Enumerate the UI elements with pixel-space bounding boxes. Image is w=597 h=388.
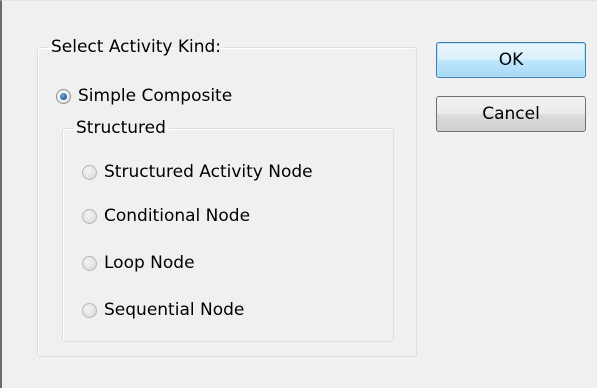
select-activity-kind-dialog: Select Activity Kind: Simple Composite S…: [0, 0, 597, 388]
sequential-node-radio-option[interactable]: Sequential Node: [82, 299, 244, 321]
radio-unchecked-icon[interactable]: [82, 208, 97, 224]
loop-node-radio-option[interactable]: Loop Node: [82, 252, 195, 274]
structured-activity-node-radio-option[interactable]: Structured Activity Node: [82, 161, 313, 183]
structured-group-title: Structured: [76, 118, 166, 138]
radio-unchecked-icon[interactable]: [82, 302, 97, 318]
activity-kind-group-title: Select Activity Kind:: [51, 37, 221, 57]
simple-composite-radio-option[interactable]: Simple Composite: [56, 85, 232, 107]
sequential-node-label: Sequential Node: [104, 300, 245, 320]
structured-activity-node-label: Structured Activity Node: [104, 162, 313, 182]
radio-checked-icon[interactable]: [56, 88, 71, 104]
radio-unchecked-icon[interactable]: [82, 164, 97, 180]
ok-button[interactable]: OK: [436, 42, 586, 78]
cancel-button[interactable]: Cancel: [436, 96, 586, 132]
loop-node-label: Loop Node: [104, 253, 195, 273]
radio-unchecked-icon[interactable]: [82, 255, 97, 271]
conditional-node-label: Conditional Node: [104, 206, 251, 226]
conditional-node-radio-option[interactable]: Conditional Node: [82, 205, 250, 227]
simple-composite-label: Simple Composite: [78, 86, 233, 106]
